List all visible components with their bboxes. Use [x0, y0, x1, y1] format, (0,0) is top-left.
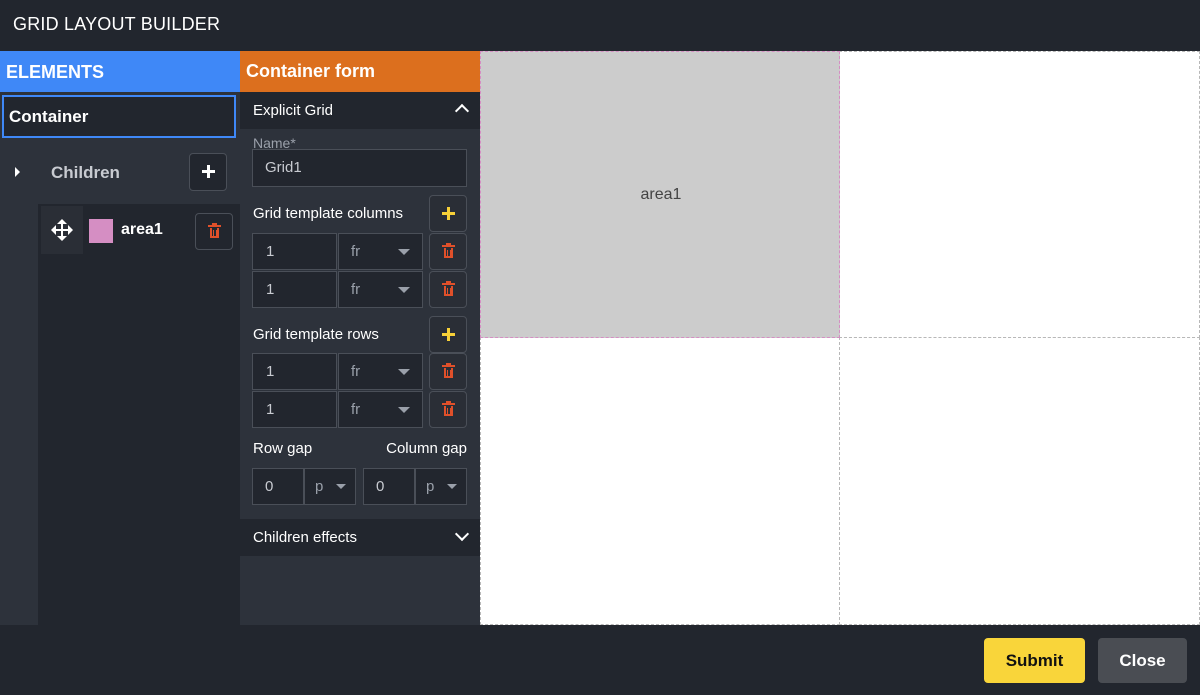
- delete-row-2-button[interactable]: [429, 391, 467, 428]
- elements-header: ELEMENTS: [0, 51, 240, 92]
- row-2-unit[interactable]: fr: [338, 391, 423, 428]
- children-list: area1: [38, 204, 240, 625]
- column-gap-unit[interactable]: p: [415, 468, 467, 505]
- area-label: area1: [640, 186, 682, 203]
- dropdown-arrow-icon: [398, 249, 410, 255]
- footer: Submit Close: [0, 625, 1200, 695]
- chevron-up-icon: [454, 103, 470, 119]
- delete-child-button[interactable]: [195, 213, 233, 250]
- row-gap-unit-label: p: [315, 478, 324, 495]
- column-gap-label: Column gap: [386, 440, 467, 457]
- name-input[interactable]: Grid1: [252, 149, 467, 187]
- column-gap-unit-label: p: [426, 478, 435, 495]
- delete-row-1-button[interactable]: [429, 353, 467, 390]
- column-2-unit[interactable]: fr: [338, 271, 423, 308]
- elements-panel: ELEMENTS Container Children area1: [0, 51, 240, 625]
- app-title: GRID LAYOUT BUILDER: [13, 14, 221, 34]
- add-child-button[interactable]: [189, 153, 227, 191]
- dropdown-arrow-icon: [398, 287, 410, 293]
- column-1-unit[interactable]: fr: [338, 233, 423, 270]
- expand-caret-icon[interactable]: [15, 167, 20, 177]
- dropdown-arrow-icon: [398, 407, 410, 413]
- delete-column-2-button[interactable]: [429, 271, 467, 308]
- dropdown-arrow-icon: [447, 484, 457, 489]
- color-swatch[interactable]: [89, 219, 113, 243]
- trash-icon: [442, 281, 455, 296]
- row-gap-unit[interactable]: p: [304, 468, 356, 505]
- add-row-button[interactable]: [429, 316, 467, 353]
- row-1-unit[interactable]: fr: [338, 353, 423, 390]
- grid-area[interactable]: area1: [480, 51, 840, 338]
- close-button[interactable]: Close: [1098, 638, 1187, 683]
- column-1-unit-label: fr: [351, 243, 361, 260]
- trash-icon: [442, 363, 455, 378]
- children-label: Children: [51, 163, 120, 182]
- chevron-down-icon: [454, 526, 470, 542]
- drag-handle[interactable]: [41, 206, 83, 254]
- column-2-unit-label: fr: [351, 281, 361, 298]
- columns-label: Grid template columns: [253, 205, 404, 222]
- row-2-unit-label: fr: [351, 401, 361, 418]
- delete-column-1-button[interactable]: [429, 233, 467, 270]
- trash-icon: [208, 223, 221, 238]
- list-item[interactable]: area1: [38, 206, 240, 254]
- plus-icon: [202, 165, 215, 178]
- plus-icon: [442, 328, 455, 341]
- dropdown-arrow-icon: [398, 369, 410, 375]
- grid-cell[interactable]: [480, 337, 840, 625]
- form-header: Container form: [240, 51, 480, 92]
- column-2-value[interactable]: 1: [252, 271, 337, 308]
- children-effects-title: Children effects: [253, 529, 357, 546]
- grid-cell[interactable]: [839, 51, 1200, 338]
- column-gap-input[interactable]: 0: [363, 468, 415, 505]
- move-icon: [51, 219, 73, 241]
- children-row: Children: [0, 151, 240, 194]
- child-name: area1: [121, 221, 163, 238]
- row-2-value[interactable]: 1: [252, 391, 337, 428]
- grid-preview: area1: [480, 51, 1200, 625]
- container-item[interactable]: Container: [2, 95, 236, 138]
- plus-icon: [442, 207, 455, 220]
- row-gap-input[interactable]: 0: [252, 468, 304, 505]
- trash-icon: [442, 243, 455, 258]
- dropdown-arrow-icon: [336, 484, 346, 489]
- rows-label: Grid template rows: [253, 326, 379, 343]
- explicit-grid-title: Explicit Grid: [253, 102, 334, 119]
- trash-icon: [442, 401, 455, 416]
- row-1-value[interactable]: 1: [252, 353, 337, 390]
- grid-cell[interactable]: [839, 337, 1200, 625]
- add-column-button[interactable]: [429, 195, 467, 232]
- explicit-grid-header[interactable]: Explicit Grid: [240, 92, 480, 129]
- submit-button[interactable]: Submit: [984, 638, 1085, 683]
- row-1-unit-label: fr: [351, 363, 361, 380]
- top-bar: GRID LAYOUT BUILDER: [0, 0, 1200, 51]
- container-form: Container form Explicit Grid Name* Grid1…: [240, 51, 480, 625]
- column-1-value[interactable]: 1: [252, 233, 337, 270]
- row-gap-label: Row gap: [253, 440, 313, 457]
- children-effects-header[interactable]: Children effects: [240, 519, 480, 556]
